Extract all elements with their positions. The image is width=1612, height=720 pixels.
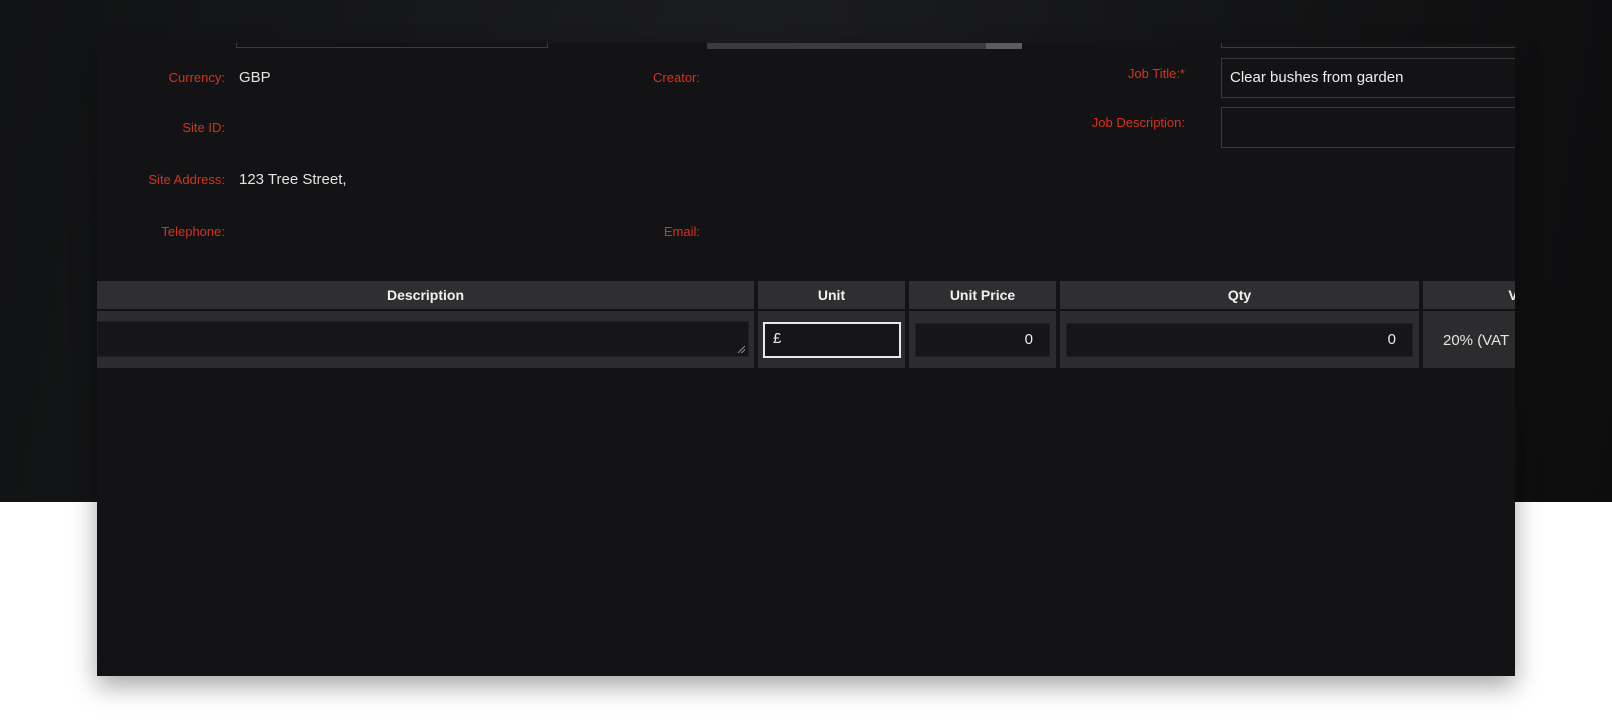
table-row-qty-cell: 0 <box>1060 311 1419 368</box>
currency-value: GBP <box>239 69 271 86</box>
column-header-description: Description <box>97 281 754 309</box>
unit-input[interactable]: £ <box>763 322 901 358</box>
currency-label: Currency: <box>168 70 225 85</box>
job-title-label: Job Title:* <box>1127 66 1185 81</box>
job-description-input[interactable] <box>1221 107 1515 148</box>
unit-price-input[interactable]: 0 <box>915 323 1050 357</box>
site-address-label: Site Address: <box>148 172 225 187</box>
job-title-input[interactable]: Clear bushes from garden <box>1221 58 1515 98</box>
table-row-vat-cell: 20% (VAT <box>1423 311 1515 368</box>
column-header-unit-price: Unit Price <box>909 281 1056 309</box>
scrollbar-thumb[interactable] <box>986 43 1022 49</box>
top-scrollbar-cut-off[interactable] <box>707 43 1022 49</box>
resize-handle-icon[interactable] <box>738 346 745 353</box>
creator-label: Creator: <box>653 70 700 85</box>
quote-form-panel: Currency: GBP Creator: Job Title:* Clear… <box>97 43 1515 676</box>
qty-input[interactable]: 0 <box>1066 323 1413 357</box>
column-header-qty: Qty <box>1060 281 1419 309</box>
top-input-cut-off[interactable] <box>236 43 548 48</box>
top-right-input-cut-off[interactable] <box>1221 43 1515 48</box>
table-row-description-cell <box>97 311 754 368</box>
column-header-vat: V <box>1423 281 1515 309</box>
site-address-value: 123 Tree Street, <box>239 171 347 188</box>
vat-select-value[interactable]: 20% (VAT <box>1443 332 1509 350</box>
description-textarea[interactable] <box>97 321 749 357</box>
column-header-unit: Unit <box>758 281 905 309</box>
table-row-unit-price-cell: 0 <box>909 311 1056 368</box>
site-id-label: Site ID: <box>182 120 225 135</box>
email-label: Email: <box>663 224 700 239</box>
telephone-label: Telephone: <box>161 224 225 239</box>
job-description-label: Job Description: <box>1091 115 1185 130</box>
table-row-unit-cell: £ <box>758 311 905 368</box>
